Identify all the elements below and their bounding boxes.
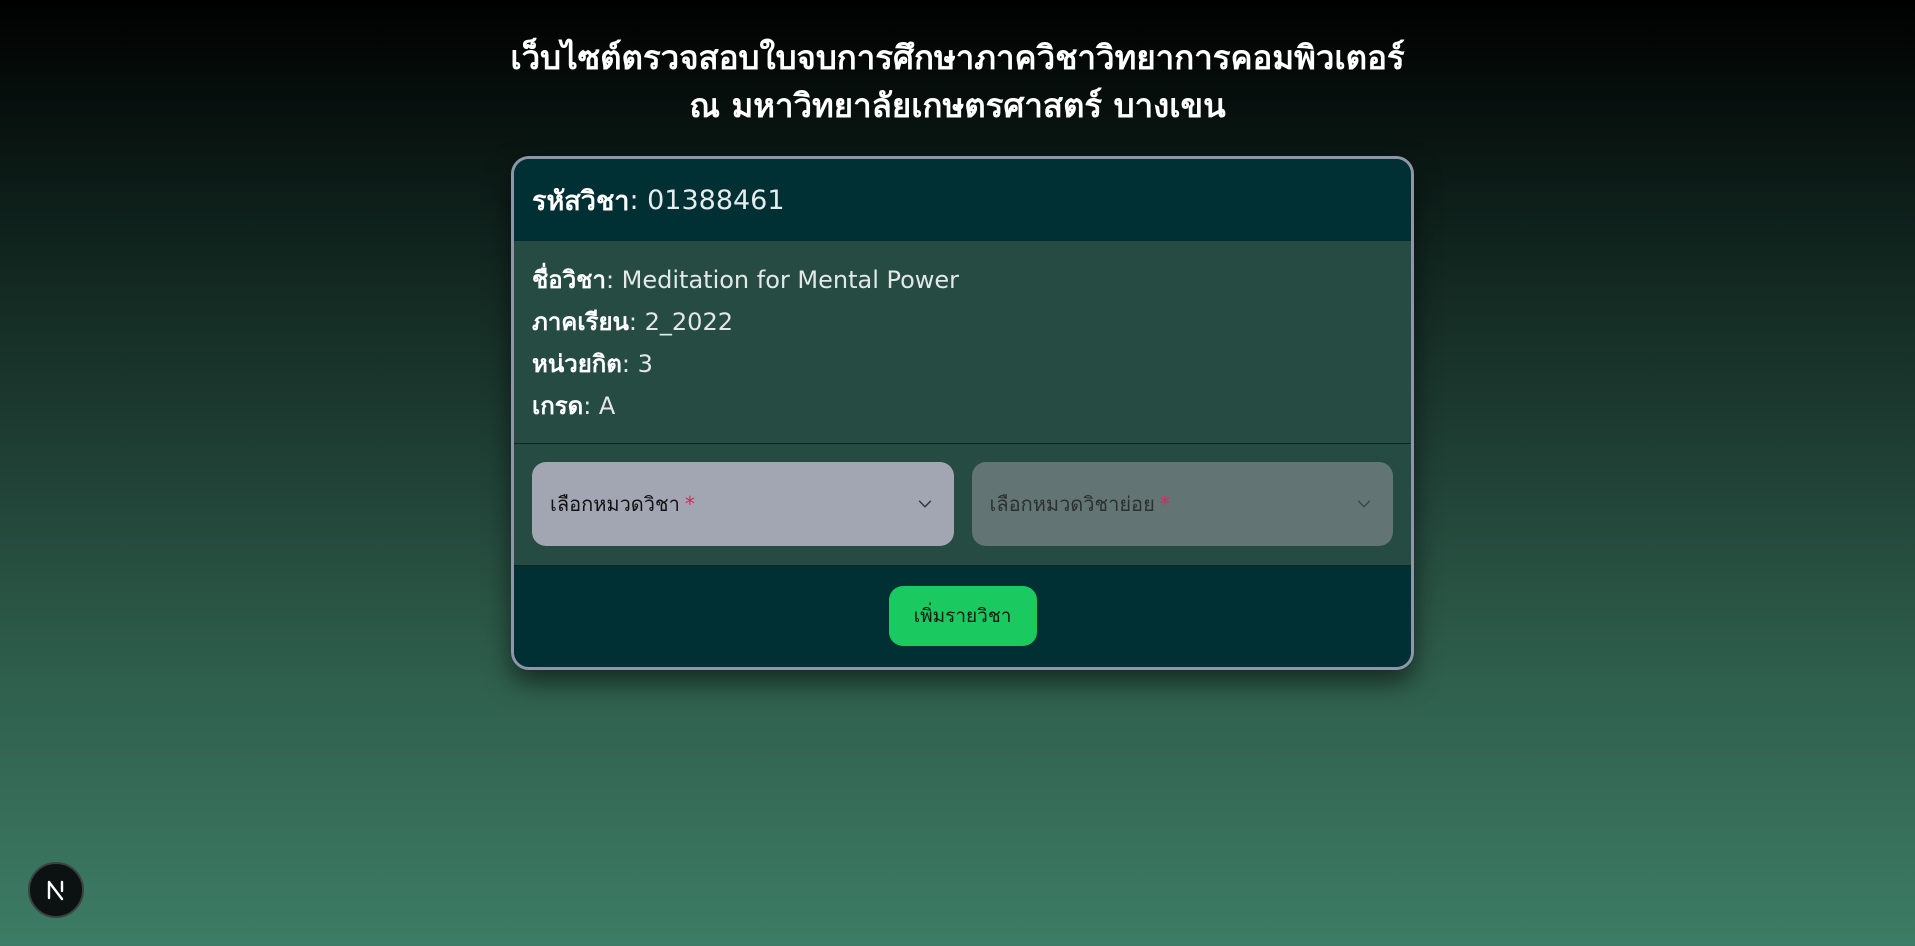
page-title-line-1: เว็บไซต์ตรวจสอบใบจบการศึกษาภาควิชาวิทยาก… <box>510 38 1405 77</box>
page-title-line-2: ณ มหาวิทยาลัยเกษตรศาสตร์ บางเขน <box>689 86 1226 125</box>
course-card: รหัสวิชา : 01388461 ชื่อวิชา: Meditation… <box>511 156 1414 670</box>
credits-label: หน่วยกิต <box>532 350 622 378</box>
required-asterisk: * <box>1159 492 1170 516</box>
course-code-header: รหัสวิชา : 01388461 <box>514 159 1411 241</box>
category-select-label-wrap: เลือกหมวดวิชา * <box>550 488 695 520</box>
semester-label: ภาคเรียน <box>532 308 629 336</box>
course-details: ชื่อวิชา: Meditation for Mental Power ภา… <box>514 241 1411 444</box>
credits-row: หน่วยกิต: 3 <box>532 343 1393 385</box>
nextjs-logo-icon[interactable] <box>28 862 84 918</box>
category-select[interactable]: เลือกหมวดวิชา * <box>532 462 954 546</box>
course-name-row: ชื่อวิชา: Meditation for Mental Power <box>532 259 1393 301</box>
subcategory-select-label: เลือกหมวดวิชาย่อย <box>989 492 1155 516</box>
grade-value: : A <box>583 392 616 420</box>
chevron-down-icon <box>918 500 931 508</box>
n-glyph-icon <box>47 880 64 901</box>
credits-value: : 3 <box>621 350 653 378</box>
course-code-value: : 01388461 <box>629 184 785 216</box>
course-code-label: รหัสวิชา <box>532 185 630 217</box>
semester-value: : 2_2022 <box>628 308 733 336</box>
course-name-label: ชื่อวิชา <box>532 266 606 294</box>
add-course-button[interactable]: เพิ่มรายวิชา <box>888 586 1037 646</box>
page-title: เว็บไซต์ตรวจสอบใบจบการศึกษาภาควิชาวิทยาก… <box>0 34 1915 130</box>
card-footer: เพิ่มรายวิชา <box>514 566 1411 666</box>
chevron-down-icon <box>1357 500 1371 508</box>
subcategory-select[interactable]: เลือกหมวดวิชาย่อย * <box>971 462 1393 546</box>
grade-label: เกรด <box>532 392 584 420</box>
required-asterisk: * <box>684 492 695 516</box>
course-name-value: : Meditation for Mental Power <box>605 266 960 294</box>
category-selects: เลือกหมวดวิชา * เลือกหมวดวิชาย่อย * <box>514 444 1411 566</box>
subcategory-select-label-wrap: เลือกหมวดวิชาย่อย * <box>990 488 1170 520</box>
semester-row: ภาคเรียน: 2_2022 <box>532 301 1393 343</box>
grade-row: เกรด: A <box>532 385 1393 427</box>
category-select-label: เลือกหมวดวิชา <box>550 492 680 516</box>
